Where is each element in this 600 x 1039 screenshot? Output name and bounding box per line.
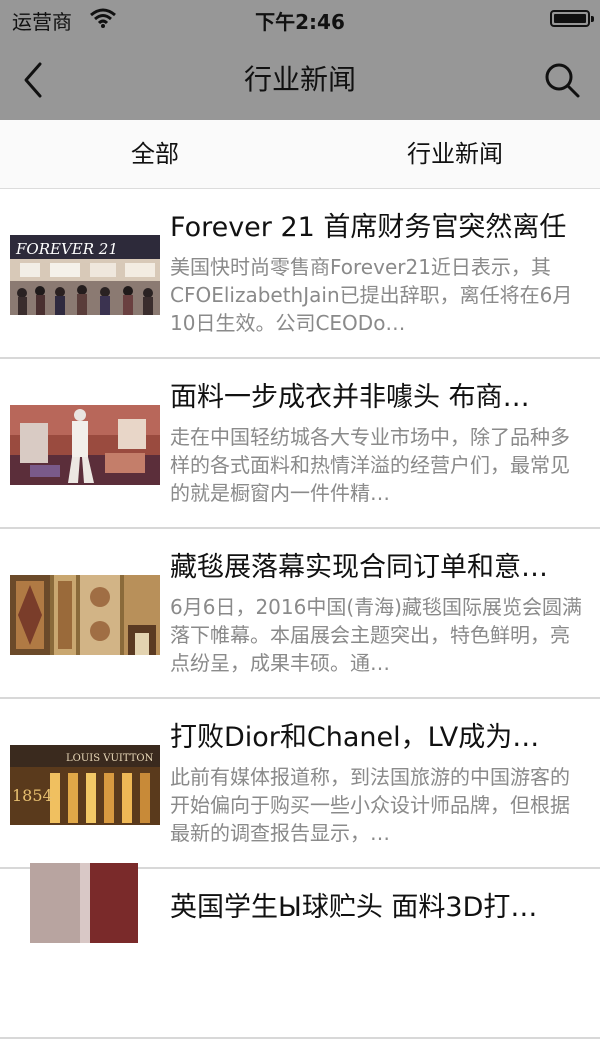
tab-industry-news[interactable]: 行业新闻 <box>310 120 600 188</box>
status-bar: 运营商 下午2:46 <box>0 0 600 40</box>
news-summary <box>170 933 588 1017</box>
news-summary: 此前有媒体报道称，到法国旅游的中国游客的开始偏向于购买一些小众设计师品牌，但根据… <box>170 765 570 845</box>
news-thumbnail: LOUIS VUITTON 1854 <box>10 745 160 825</box>
news-item[interactable]: 面料一步成衣并非噱头 布商… 走在中国轻纺城各大专业市场中，除了品种多样的各式面… <box>0 359 600 529</box>
news-thumbnail <box>10 405 160 485</box>
status-time: 下午2:46 <box>255 10 345 34</box>
news-summary: 6月6日，2016中国(青海)藏毯国际展览会圆满落下帷幕。本届展会主题突出，特色… <box>170 595 582 675</box>
thumbnail-store-sign: FOREVER 21 <box>15 240 118 258</box>
news-list: FOREVER 21 Forever 21 首席财务官突然离任 美国快时尚零售商… <box>0 189 600 1039</box>
news-summary: 走在中国轻纺城各大专业市场中，除了品种多样的各式面料和热情洋溢的经营户们，最常见… <box>170 425 570 505</box>
search-icon[interactable] <box>542 60 582 100</box>
news-title: 打败Dior和Chanel，LV成为… <box>170 722 540 753</box>
tab-all[interactable]: 全部 <box>0 120 310 188</box>
news-title: 英国学生Ы球贮头 面料3D打… <box>170 892 538 923</box>
news-item[interactable]: 英国学生Ы球贮头 面料3D打… <box>0 863 600 1039</box>
news-title: 面料一步成衣并非噱头 布商… <box>170 382 530 413</box>
battery-icon <box>550 10 594 27</box>
news-title: Forever 21 首席财务官突然离任 <box>170 212 567 243</box>
news-thumbnail: FOREVER 21 <box>10 235 160 315</box>
news-item[interactable]: LOUIS VUITTON 1854 打败Dior和Chanel，LV成为… 此… <box>0 699 600 869</box>
page-title: 行业新闻 <box>243 63 356 96</box>
navigation-bar: 行业新闻 <box>0 40 600 120</box>
news-item[interactable]: FOREVER 21 Forever 21 首席财务官突然离任 美国快时尚零售商… <box>0 189 600 359</box>
news-title: 藏毯展落幕实现合同订单和意… <box>170 552 548 583</box>
news-thumbnail <box>10 575 160 655</box>
thumbnail-brand-sign: LOUIS VUITTON <box>66 753 154 764</box>
news-summary: 美国快时尚零售商Forever21近日表示，其CFOElizabethJain已… <box>170 255 573 335</box>
thumbnail-year-sign: 1854 <box>12 786 53 805</box>
news-thumbnail <box>30 863 138 943</box>
news-item[interactable]: 藏毯展落幕实现合同订单和意… 6月6日，2016中国(青海)藏毯国际展览会圆满落… <box>0 529 600 699</box>
category-tabs: 全部 行业新闻 <box>0 120 600 189</box>
